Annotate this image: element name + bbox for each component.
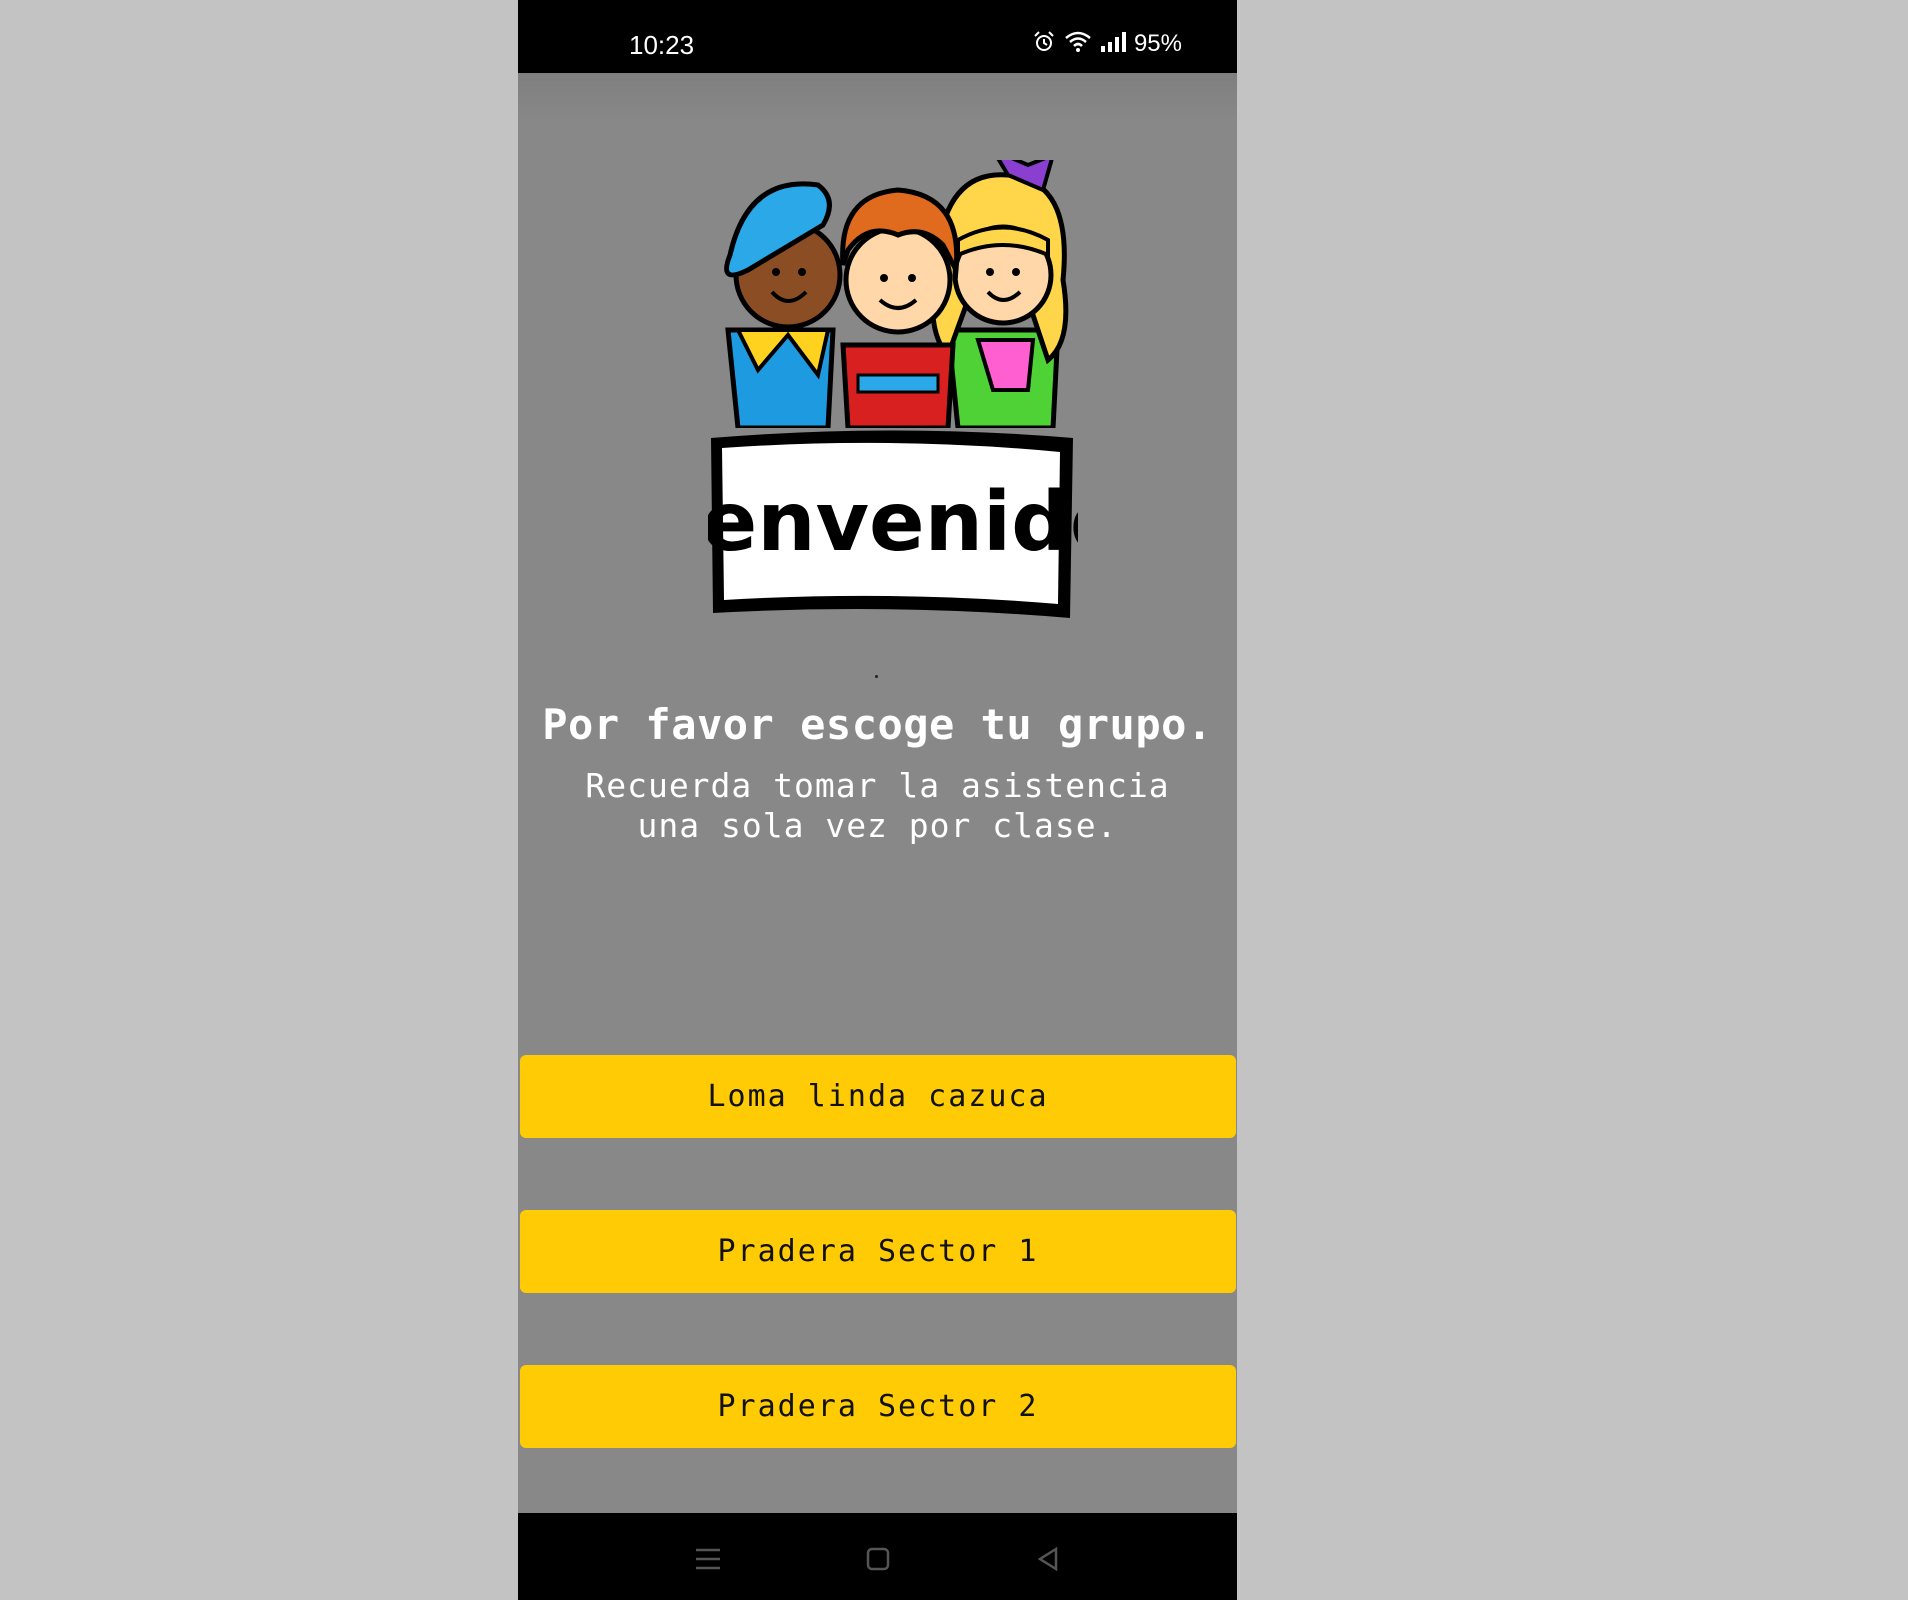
recent-apps-icon[interactable] xyxy=(688,1541,728,1577)
attendance-reminder: Recuerda tomar la asistencia una sola ve… xyxy=(585,766,1170,845)
back-icon[interactable] xyxy=(1028,1541,1068,1577)
phone-screen: 10:23 95% envenid Por favor escoge tu gr… xyxy=(518,0,1237,1600)
battery-level: 95% xyxy=(1133,30,1182,57)
home-icon[interactable] xyxy=(858,1541,898,1577)
alarm-icon xyxy=(1032,30,1056,58)
group-button-loma-linda[interactable]: Loma linda cazuca xyxy=(520,1055,1236,1138)
welcome-sign: Bienvenidos xyxy=(708,430,1078,618)
status-icons: 95% xyxy=(1032,30,1182,58)
page-title: Por favor escoge tu grupo. xyxy=(542,700,1213,749)
status-bar: 10:23 95% xyxy=(518,0,1237,73)
navigation-bar xyxy=(518,1513,1237,1600)
wifi-icon xyxy=(1064,30,1092,58)
kids-illustration xyxy=(724,145,1069,431)
group-button-pradera-sector-2[interactable]: Pradera Sector 2 xyxy=(520,1365,1236,1448)
status-time: 10:23 xyxy=(629,30,695,60)
app-toolbar xyxy=(518,73,1237,123)
group-button-pradera-sector-1[interactable]: Pradera Sector 1 xyxy=(520,1210,1236,1293)
welcome-sign-text: Bienvenidos xyxy=(708,475,1078,570)
divider-dot xyxy=(875,675,878,678)
kid-with-cap xyxy=(724,181,843,431)
kid-redhead xyxy=(840,187,960,431)
signal-icon xyxy=(1100,31,1126,57)
welcome-illustration: Bienvenidos xyxy=(708,145,1078,630)
